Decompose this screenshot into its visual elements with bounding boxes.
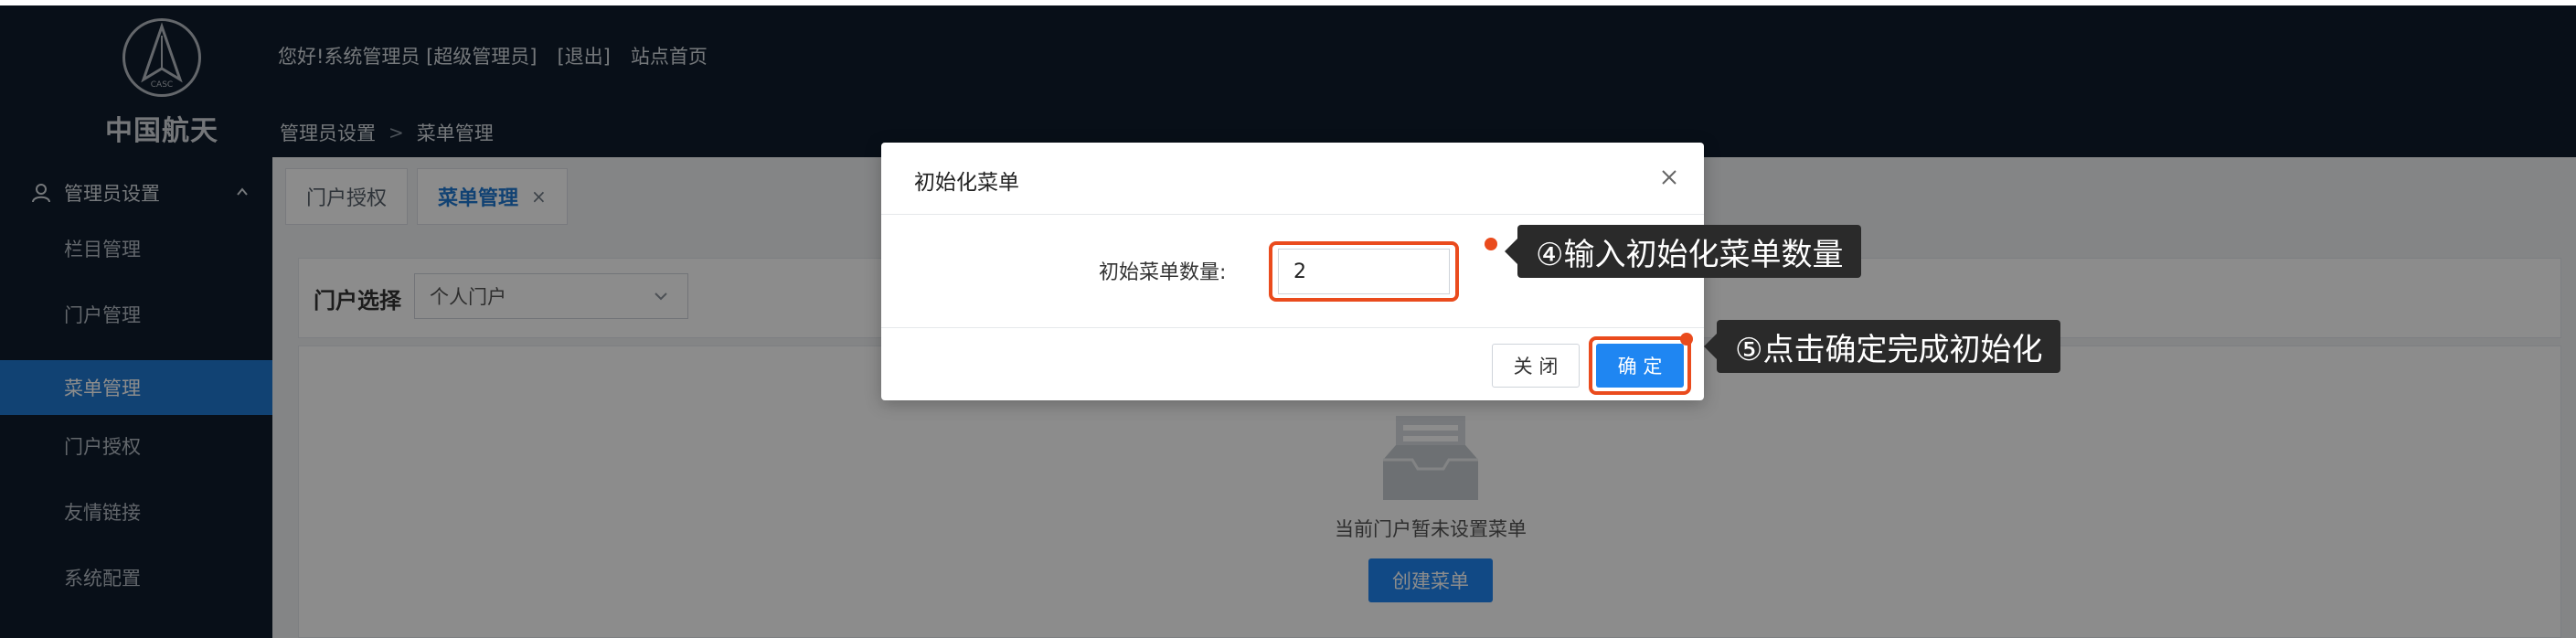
close-icon[interactable] <box>1658 166 1680 188</box>
callout-dot-step5 <box>1680 333 1693 346</box>
modal-backdrop-header[interactable] <box>0 5 2576 157</box>
menu-count-input[interactable] <box>1278 249 1450 294</box>
menu-count-label: 初始菜单数量: <box>1099 261 1227 284</box>
dialog-header-divider <box>881 214 1704 215</box>
callout-dot-step4 <box>1485 238 1497 250</box>
confirm-button[interactable]: 确 定 <box>1596 344 1684 388</box>
dialog-footer-divider <box>881 327 1704 328</box>
dialog-title: 初始化菜单 <box>914 171 1019 195</box>
callout-step5: ⑤点击确定完成初始化 <box>1703 320 2061 373</box>
callout-step4: ④输入初始化菜单数量 <box>1504 225 1862 278</box>
close-button[interactable]: 关 闭 <box>1492 344 1580 388</box>
